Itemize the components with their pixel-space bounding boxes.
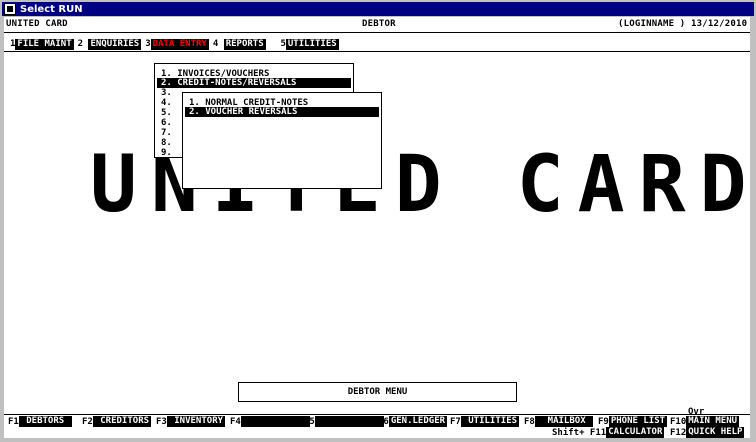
- fkey-gen-ledger[interactable]: F6 GEN.LEDGER: [378, 416, 448, 427]
- fkey-mailbox[interactable]: F8 MAILBOX: [524, 416, 594, 427]
- dropdown-item-credit-notes[interactable]: 2. CREDIT-NOTES/REVERSALS: [157, 78, 351, 88]
- function-key-bar: F1 DEBTORS F2 CREDITORS F3 INVENTORY F4 …: [4, 416, 750, 438]
- credit-notes-submenu: 1. NORMAL CREDIT-NOTES 2. VOUCHER REVERS…: [182, 92, 382, 189]
- fkey-f4[interactable]: F4: [230, 416, 310, 427]
- menubar-divider: [4, 51, 750, 52]
- main-menubar: 1 FILE MAINT 2 ENQUIRIES 3 DATA ENTRY 4 RE…: [10, 38, 343, 50]
- header-divider: [4, 32, 750, 33]
- fkey-calculator[interactable]: Shift+ F11 CALCULATOR: [552, 427, 665, 438]
- fkey-inventory[interactable]: F3 INVENTORY: [156, 416, 226, 427]
- fkey-phone-list[interactable]: F9 PHONE LIST: [598, 416, 668, 427]
- window-title: Select RUN: [20, 3, 83, 15]
- submenu-item-voucher-reversals[interactable]: 2. VOUCHER REVERSALS: [185, 107, 379, 117]
- fkey-f5[interactable]: F5: [304, 416, 384, 427]
- title-bar[interactable]: Select RUN: [2, 2, 754, 16]
- terminal-screen[interactable]: UNITED CARD DEBTOR (LOGINNAME ) 13/12/20…: [4, 17, 750, 438]
- terminal-icon[interactable]: [4, 3, 16, 15]
- fkey-debtors[interactable]: F1 DEBTORS: [8, 416, 72, 427]
- fkey-divider: [4, 414, 750, 415]
- dropdown-item-5[interactable]: 5.: [161, 108, 172, 118]
- company-name: UNITED CARD: [6, 19, 68, 29]
- dropdown-item-6[interactable]: 6.: [161, 118, 172, 128]
- dropdown-item-3[interactable]: 3.: [161, 88, 172, 98]
- fkey-creditors[interactable]: F2 CREDITORS: [82, 416, 152, 427]
- menu-reports[interactable]: 4 REPORTS: [213, 38, 266, 50]
- fkey-quick-help[interactable]: F12 QUICK HELP: [670, 427, 745, 438]
- menu-enquiries[interactable]: 2 ENQUIRIES: [78, 38, 142, 50]
- dropdown-item-7[interactable]: 7.: [161, 128, 172, 138]
- fkey-main-menu[interactable]: F10 MAIN MENU: [670, 416, 740, 427]
- menu-file-maint[interactable]: 1 FILE MAINT: [10, 38, 74, 50]
- menu-title-box: DEBTOR MENU: [238, 382, 517, 402]
- module-name: DEBTOR: [362, 19, 396, 29]
- app-window: Select RUN UNITED CARD DEBTOR (LOGINNAME…: [0, 0, 756, 442]
- dropdown-item-8[interactable]: 8.: [161, 138, 172, 148]
- dropdown-item-9[interactable]: 9.: [161, 148, 172, 158]
- menu-data-entry[interactable]: 3 DATA ENTRY: [145, 38, 209, 50]
- fkey-utilities[interactable]: F7 UTILITIES: [450, 416, 520, 427]
- menu-utilities[interactable]: 5 UTILITIES: [270, 38, 339, 50]
- user-date: (LOGINNAME ) 13/12/2010: [618, 19, 748, 29]
- dropdown-item-4[interactable]: 4.: [161, 98, 172, 108]
